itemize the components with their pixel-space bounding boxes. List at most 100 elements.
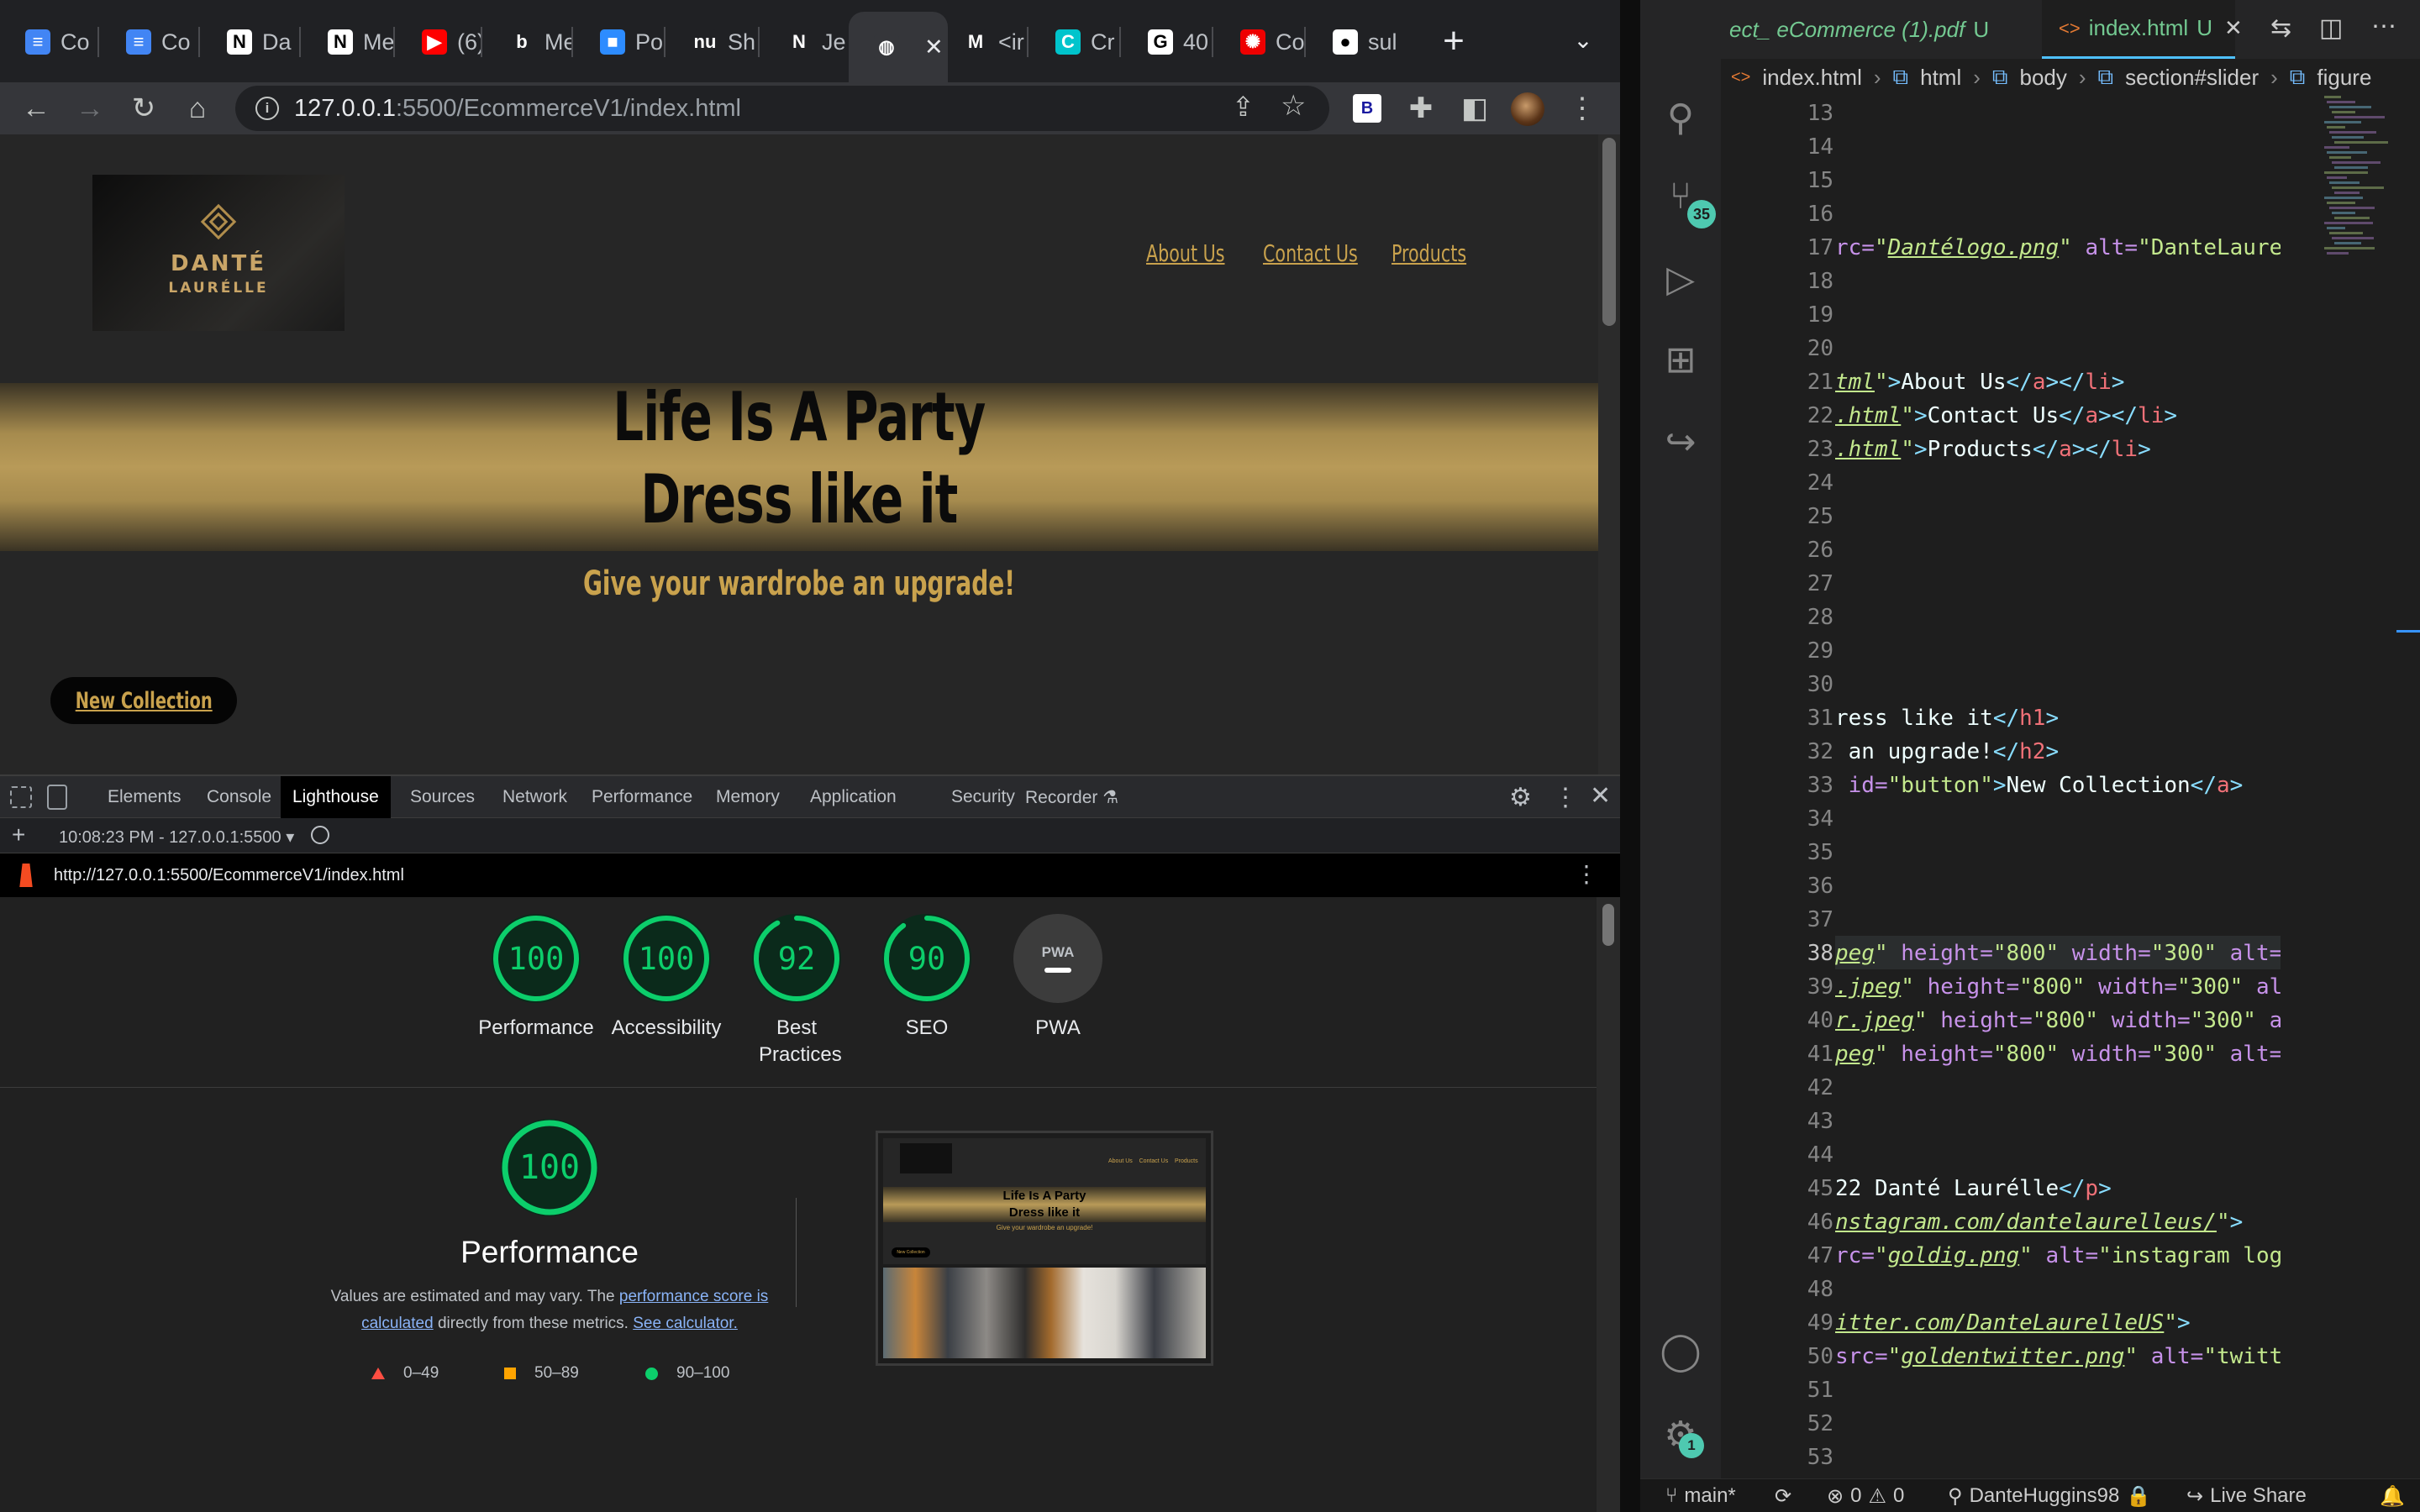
code-line: .html">Products</a></li> [1835, 437, 2151, 462]
breadcrumb-body[interactable]: body [2019, 65, 2066, 91]
live-share-status[interactable]: ↪ Live Share [2186, 1479, 2307, 1512]
line-number: 37 [1807, 907, 1833, 932]
forward-arrow-icon[interactable]: → [71, 89, 109, 128]
minimap-row [2334, 116, 2385, 118]
breadcrumb-figure[interactable]: figure [2317, 65, 2371, 91]
devtools-tab-application[interactable]: Application [798, 776, 908, 818]
minimap-row [2327, 101, 2355, 103]
chrome-menu-icon[interactable]: ⋮ [1563, 89, 1602, 128]
devtools-tab-performance[interactable]: Performance [580, 776, 704, 818]
line-number: 32 [1807, 739, 1833, 764]
line-number: 46 [1807, 1210, 1833, 1235]
back-arrow-icon[interactable]: ← [17, 89, 55, 128]
browser-tab[interactable]: N Jev [761, 15, 845, 69]
browser-tab[interactable]: ◍ ✕ [849, 12, 948, 82]
score-gauge-best-practices[interactable]: 92 Best Practices [734, 914, 860, 1068]
notifications-icon[interactable]: 🔔 [2380, 1479, 2405, 1512]
extensions-icon[interactable]: ⊞ [1657, 336, 1704, 383]
breadcrumb-section[interactable]: section#slider [2125, 65, 2259, 91]
extension-b-icon[interactable]: B [1353, 94, 1381, 123]
problems-status[interactable]: ⊗ 0 ⚠ 0 [1827, 1479, 1904, 1512]
lighthouse-report-url[interactable]: http://127.0.0.1:5500/EcommerceV1/index.… [54, 866, 404, 885]
split-editor-icon[interactable]: ◫ [2319, 13, 2343, 43]
extensions-puzzle-icon[interactable]: ✚ [1402, 89, 1440, 128]
browser-tab[interactable]: N Da [202, 15, 299, 69]
browser-tab[interactable]: N Me [302, 15, 393, 69]
lighthouse-scrollbar-thumb[interactable] [1602, 904, 1614, 946]
devtools-tab-console[interactable]: Console [195, 776, 283, 818]
reload-icon[interactable]: ↻ [124, 89, 163, 128]
legend-pass-label: 90–100 [676, 1364, 730, 1382]
share-icon[interactable]: ⇪ [1232, 91, 1255, 123]
breadcrumb-html[interactable]: html [1920, 65, 1961, 91]
browser-tab[interactable]: ✺ Co [1215, 15, 1304, 69]
devtools-tab-network[interactable]: Network [491, 776, 579, 818]
open-changes-icon[interactable]: ⇆ [2270, 13, 2291, 43]
profile-avatar[interactable] [1511, 92, 1544, 126]
score-ring: 90 [882, 914, 971, 1003]
lighthouse-menu-icon[interactable]: ⋮ [1575, 860, 1598, 888]
run-debug-icon[interactable]: ▷ [1657, 255, 1704, 302]
devtools-tab-elements[interactable]: Elements [96, 776, 193, 818]
site-logo[interactable]: DANTÉ LAURÉLLE [92, 175, 345, 331]
close-tab-icon[interactable]: ✕ [2224, 15, 2243, 41]
score-gauge-pwa[interactable]: PWA PWA [995, 914, 1121, 1042]
browser-tab[interactable]: ■ Po [575, 15, 664, 69]
lighthouse-scrollbar[interactable] [1597, 897, 1620, 1512]
code-line: tml">About Us</a></li> [1835, 370, 2125, 395]
inspect-element-icon[interactable] [10, 786, 32, 808]
devtools-tab-recorder[interactable]: Recorder ⚗ [1013, 776, 1130, 818]
nav-link-contact[interactable]: Contact Us [1263, 239, 1358, 267]
live-share-icon[interactable]: ↪ [1657, 418, 1704, 465]
address-bar[interactable]: i 127.0.0.1:5500/EcommerceV1/index.html … [235, 86, 1329, 131]
new-tab-button[interactable]: + [1434, 18, 1474, 64]
devtools-tab-sources[interactable]: Sources [398, 776, 487, 818]
tab-index-html[interactable]: <> index.html U ✕ [2042, 0, 2243, 59]
github-user-status[interactable]: ⚲ DanteHuggins98 🔒 [1948, 1479, 2151, 1512]
device-toolbar-icon[interactable] [47, 785, 67, 810]
page-scrollbar-thumb[interactable] [1602, 138, 1616, 326]
score-gauge-accessibility[interactable]: 100 Accessibility [603, 914, 729, 1042]
devtools-tab-lighthouse[interactable]: Lighthouse [281, 776, 391, 818]
score-gauge-seo[interactable]: 90 SEO [864, 914, 990, 1042]
see-calculator-link[interactable]: See calculator. [633, 1315, 738, 1332]
devtools-tab-memory[interactable]: Memory [704, 776, 792, 818]
report-selector[interactable]: 10:08:23 PM - 127.0.0.1:5500 ▾ [59, 827, 294, 848]
bookmark-star-icon[interactable]: ☆ [1281, 89, 1306, 123]
devtools-close-icon[interactable]: ✕ [1590, 781, 1611, 811]
more-actions-icon[interactable]: ⋯ [2371, 12, 2396, 41]
tab-separator [481, 27, 482, 57]
devtools-more-icon[interactable]: ⋮ [1553, 783, 1578, 812]
new-collection-button[interactable]: New Collection [50, 677, 237, 724]
tab-pdf-status: U [1973, 16, 1990, 42]
browser-tab[interactable]: nu Sh [667, 15, 758, 69]
branch-status[interactable]: ⑂ main* [1665, 1479, 1736, 1512]
browser-tab[interactable]: G 40 [1123, 15, 1212, 69]
browser-tab[interactable]: M <ir [938, 15, 1027, 69]
browser-tab[interactable]: ▶ (6) [397, 15, 481, 69]
breadcrumb-file[interactable]: index.html [1762, 65, 1862, 91]
search-icon[interactable]: ⚲ [1657, 94, 1704, 141]
site-info-icon[interactable]: i [255, 97, 279, 120]
browser-tab[interactable]: ● sul [1307, 15, 1408, 69]
clear-reports-icon[interactable] [311, 826, 329, 844]
browser-tab[interactable]: ≡ Co [0, 15, 97, 69]
sync-icon[interactable]: ⟳ [1775, 1479, 1791, 1512]
tab-search-chevron-icon[interactable]: ⌄ [1566, 24, 1600, 57]
code-editor[interactable]: rc="Dantélogo.png" alt="DanteLaurelle tml… [1835, 96, 2281, 1473]
nav-link-products[interactable]: Products [1392, 239, 1466, 267]
score-gauge-performance[interactable]: 100 Performance [473, 914, 599, 1042]
browser-tab[interactable]: b Me [484, 15, 571, 69]
final-screenshot-thumbnail[interactable]: About Us Contact Us Products Life Is A P… [876, 1131, 1213, 1366]
new-report-plus-icon[interactable]: + [12, 822, 25, 848]
accounts-icon[interactable]: ◯ [1657, 1327, 1704, 1374]
browser-tab[interactable]: ≡ Co [101, 15, 198, 69]
tab-pdf[interactable]: ect_ eCommerce (1).pdf U [1721, 0, 2040, 59]
home-icon[interactable]: ⌂ [178, 89, 217, 128]
devtools-settings-gear-icon[interactable]: ⚙ [1509, 783, 1532, 812]
nav-link-about[interactable]: About Us [1146, 239, 1225, 267]
page-scrollbar[interactable] [1598, 134, 1620, 774]
browser-tab[interactable]: C Cr [1030, 15, 1119, 69]
side-panel-icon[interactable]: ◧ [1455, 89, 1494, 128]
minimap[interactable] [2321, 96, 2388, 281]
